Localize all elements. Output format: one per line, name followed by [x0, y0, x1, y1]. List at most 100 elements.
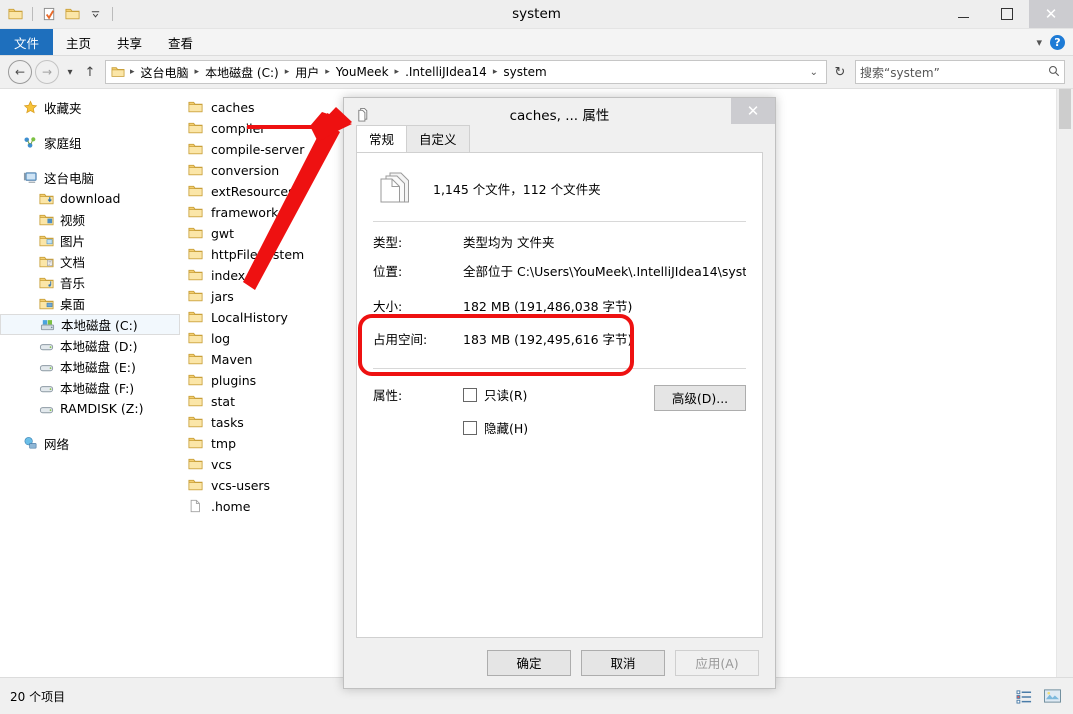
sidebar-item-homegroup[interactable]: 家庭组 — [0, 132, 180, 153]
download-folder-icon — [38, 191, 54, 207]
ribbon-tab-share[interactable]: 共享 — [104, 29, 155, 55]
window-controls: ✕ — [941, 0, 1073, 28]
stacked-documents-icon — [375, 171, 415, 205]
up-button[interactable]: ↑ — [81, 61, 99, 83]
tab-general[interactable]: 常规 — [356, 125, 408, 152]
dialog-title: caches, ... 属性 — [509, 108, 610, 124]
crumb-users[interactable]: 用户 — [293, 64, 321, 81]
back-button[interactable]: ← — [8, 60, 32, 84]
sidebar-label: 音乐 — [60, 276, 86, 291]
list-item-label: compiler — [211, 121, 266, 136]
tab-customize[interactable]: 自定义 — [406, 125, 470, 152]
folder-icon — [188, 184, 204, 200]
recent-locations-icon[interactable]: ▾ — [62, 61, 78, 83]
sidebar-item-music[interactable]: 音乐 — [0, 272, 180, 293]
ribbon-right-controls: ▾ ? — [1036, 29, 1069, 55]
ribbon-tab-view[interactable]: 查看 — [155, 29, 206, 55]
checkbox-box[interactable] — [463, 420, 477, 435]
forward-button[interactable]: → — [35, 60, 59, 84]
sidebar-item-desktop[interactable]: 桌面 — [0, 293, 180, 314]
new-folder-icon[interactable] — [63, 5, 82, 24]
breadcrumb-dropdown-icon[interactable]: ⌄ — [804, 67, 824, 78]
crumb-intellijidea14[interactable]: .IntelliJIdea14 — [403, 65, 489, 79]
sidebar-label: 收藏夹 — [44, 101, 82, 116]
crumb-this-pc[interactable]: 这台电脑 — [139, 64, 191, 81]
folder-icon — [188, 163, 204, 179]
videos-folder-icon — [38, 212, 54, 228]
list-item-label: vcs-users — [211, 478, 271, 493]
properties-icon[interactable] — [40, 5, 59, 24]
sidebar-label: 家庭组 — [44, 136, 82, 151]
help-icon[interactable]: ? — [1050, 34, 1065, 50]
customize-chevron-icon[interactable] — [86, 5, 105, 24]
maximize-button[interactable] — [985, 0, 1029, 28]
drive-icon — [38, 359, 54, 375]
list-item-label: conversion — [211, 163, 280, 178]
close-button[interactable]: ✕ — [1029, 0, 1073, 28]
ribbon-tab-file[interactable]: 文件 — [0, 29, 54, 55]
sidebar-item-this-pc[interactable]: 这台电脑 — [0, 167, 180, 188]
list-item-label: index — [211, 268, 246, 283]
details-view-icon[interactable] — [1013, 686, 1035, 706]
dialog-panel-general: 1,145 个文件，112 个文件夹 类型: 类型均为 文件夹 位置: 全部位于… — [356, 152, 763, 638]
ribbon-tab-home[interactable]: 主页 — [53, 29, 104, 55]
crumb-system[interactable]: system — [501, 65, 548, 79]
sidebar-label: 本地磁盘 (F:) — [60, 381, 135, 396]
scrollbar-thumb[interactable] — [1059, 89, 1071, 129]
minimize-button[interactable] — [941, 0, 985, 28]
star-icon — [22, 100, 38, 116]
sidebar-label: 本地磁盘 (C:) — [61, 318, 138, 333]
sidebar-item-local-disk-d[interactable]: 本地磁盘 (D:) — [0, 335, 180, 356]
folder-icon — [188, 247, 204, 263]
search-input[interactable]: 搜索“system” — [855, 60, 1065, 84]
folder-icon — [188, 205, 204, 221]
multi-file-icon — [352, 107, 374, 122]
documents-folder-icon — [38, 254, 54, 270]
attributes-row: 属性: 只读(R) 隐藏(H) 高级(D)... — [357, 369, 762, 451]
folder-icon — [188, 142, 204, 158]
field-value: 类型均为 文件夹 — [463, 235, 555, 250]
folder-icon — [188, 310, 204, 326]
folder-icon — [188, 226, 204, 242]
sidebar-item-pictures[interactable]: 图片 — [0, 230, 180, 251]
sidebar-item-local-disk-e[interactable]: 本地磁盘 (E:) — [0, 356, 180, 377]
folder-icon — [188, 100, 204, 116]
folder-icon — [188, 415, 204, 431]
advanced-button[interactable]: 高级(D)... — [654, 385, 746, 411]
breadcrumb[interactable]: ▸ 这台电脑 ▸ 本地磁盘 (C:) ▸ 用户 ▸ YouMeek ▸ .Int… — [105, 60, 827, 84]
ok-button[interactable]: 确定 — [487, 650, 571, 676]
folder-icon — [188, 121, 204, 137]
list-item-label: tmp — [211, 436, 237, 451]
sidebar-item-local-disk-c[interactable]: 本地磁盘 (C:) — [0, 314, 180, 335]
sidebar-item-documents[interactable]: 文档 — [0, 251, 180, 272]
chevron-down-icon[interactable]: ▾ — [1036, 36, 1042, 49]
quick-access-toolbar — [0, 0, 116, 28]
sidebar-item-network[interactable]: 网络 — [0, 433, 180, 454]
network-icon — [22, 436, 38, 452]
cancel-button[interactable]: 取消 — [581, 650, 665, 676]
crumb-separator-1: ▸ — [194, 67, 200, 77]
sidebar-item-local-disk-f[interactable]: 本地磁盘 (F:) — [0, 377, 180, 398]
crumb-separator-4: ▸ — [394, 67, 400, 77]
sidebar-item-videos[interactable]: 视频 — [0, 209, 180, 230]
ribbon-tabs: 文件 主页 共享 查看 ▾ ? — [0, 29, 1073, 56]
sidebar-item-favorites[interactable]: 收藏夹 — [0, 97, 180, 118]
large-icons-view-icon[interactable] — [1041, 686, 1063, 706]
file-list-scrollbar[interactable] — [1056, 89, 1073, 677]
refresh-button[interactable]: ↻ — [830, 65, 850, 80]
sidebar-label: 文档 — [60, 255, 86, 270]
folder-icon[interactable] — [6, 5, 25, 24]
sidebar-item-download[interactable]: download — [0, 188, 180, 209]
apply-button[interactable]: 应用(A) — [675, 650, 759, 676]
field-value: 182 MB (191,486,038 字节) — [463, 299, 633, 314]
crumb-youmeek[interactable]: YouMeek — [334, 65, 391, 79]
folder-icon — [188, 373, 204, 389]
crumb-local-disk-c[interactable]: 本地磁盘 (C:) — [203, 64, 281, 81]
checkbox-readonly[interactable]: 只读(R) — [463, 385, 654, 404]
checkbox-hidden[interactable]: 隐藏(H) — [463, 418, 654, 437]
checkbox-box[interactable] — [463, 387, 477, 402]
list-item-label: frameworks — [211, 205, 285, 220]
sidebar-item-ramdisk-z[interactable]: RAMDISK (Z:) — [0, 398, 180, 419]
item-count-label: 20 个项目 — [10, 689, 66, 704]
dialog-close-button[interactable]: ✕ — [731, 98, 775, 124]
